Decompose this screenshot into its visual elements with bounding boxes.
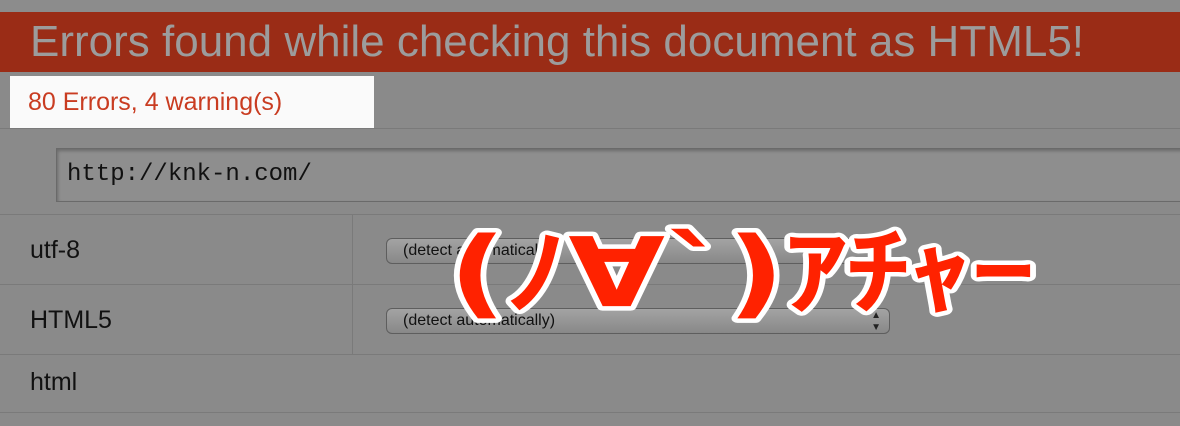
url-input-value: http://knk-n.com/: [67, 161, 312, 188]
error-banner: Errors found while checking this documen…: [0, 12, 1180, 72]
divider: [0, 354, 1180, 355]
doctype-label: HTML5: [30, 306, 112, 334]
divider: [0, 412, 1180, 413]
url-input[interactable]: http://knk-n.com/: [56, 148, 1180, 202]
error-summary-text: 80 Errors, 4 warning(s): [28, 88, 283, 116]
error-banner-title: Errors found while checking this documen…: [30, 17, 1085, 66]
encoding-label: utf-8: [30, 236, 81, 264]
kaomoji-overlay: (ﾉ∀`)ｱﾁｬｰ: [445, 213, 1039, 334]
markup-label: html: [30, 368, 78, 396]
top-strip: [0, 0, 1180, 12]
error-summary: 80 Errors, 4 warning(s): [10, 76, 374, 128]
divider: [0, 128, 1180, 129]
column-divider: [352, 214, 353, 354]
kaomoji-text: (ﾉ∀`)ｱﾁｬｰ: [449, 217, 1034, 329]
